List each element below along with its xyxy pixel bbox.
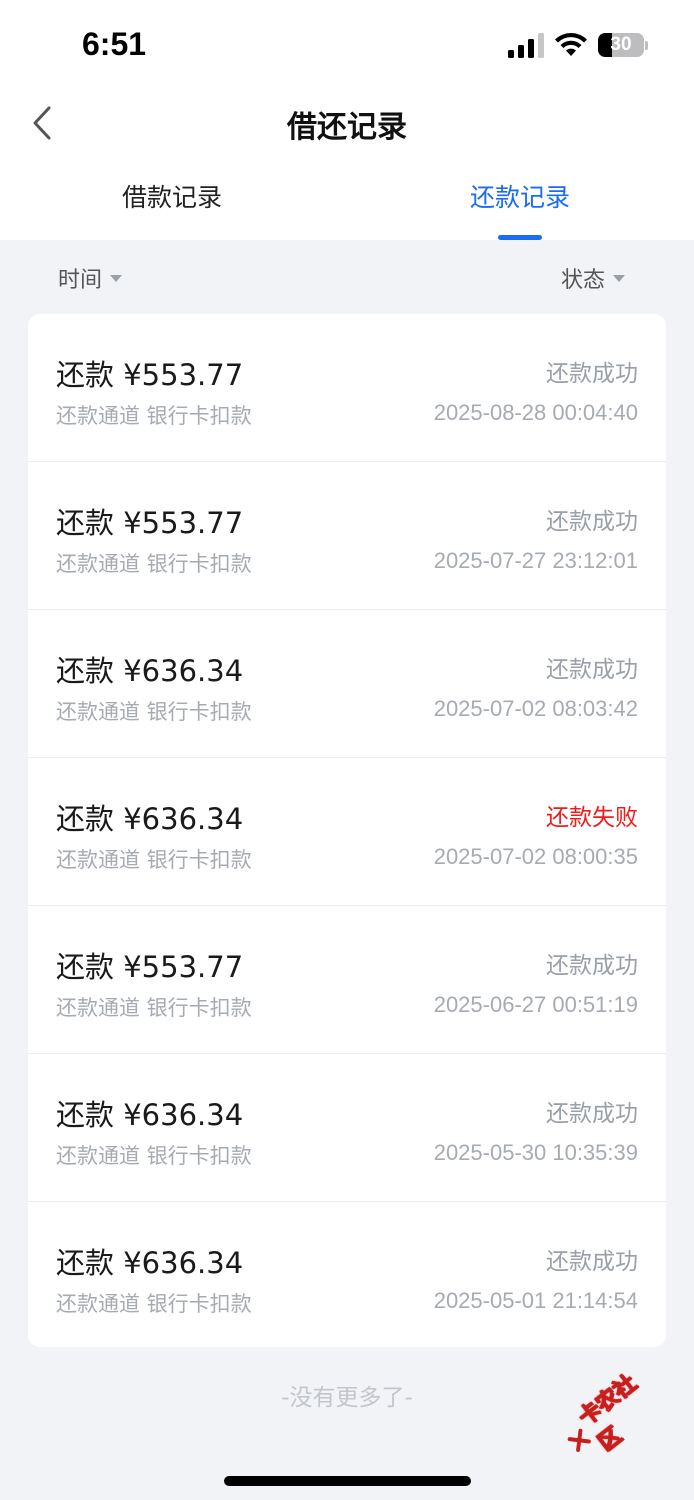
record-amount: 还款 ¥636.34 <box>56 1246 244 1280</box>
watermark: 卡农社区 <box>553 1355 677 1470</box>
header-area: 6:51 30 借还记录 借款记录 还款记录 <box>0 0 694 240</box>
status-filter-label: 状态 <box>561 268 606 293</box>
record-status: 还款成功 <box>546 657 638 683</box>
record-item[interactable]: 还款 ¥553.77 还款成功 还款通道 银行卡扣款 2025-06-27 00… <box>28 906 666 1054</box>
record-time: 2025-05-01 21:14:54 <box>433 1288 638 1313</box>
record-time: 2025-07-02 08:00:35 <box>433 844 638 869</box>
record-list: 还款 ¥553.77 还款成功 还款通道 银行卡扣款 2025-08-28 00… <box>28 314 666 1347</box>
record-channel: 还款通道 银行卡扣款 <box>56 552 252 576</box>
record-channel: 还款通道 银行卡扣款 <box>56 848 252 872</box>
record-channel: 还款通道 银行卡扣款 <box>56 996 252 1020</box>
record-status-failed: 还款失败 <box>546 805 638 831</box>
record-status: 还款成功 <box>546 361 638 387</box>
time-filter[interactable]: 时间 <box>58 262 123 294</box>
record-item[interactable]: 还款 ¥553.77 还款成功 还款通道 银行卡扣款 2025-08-28 00… <box>28 314 666 462</box>
record-amount: 还款 ¥636.34 <box>56 1098 244 1132</box>
time-filter-label: 时间 <box>58 268 103 293</box>
record-channel: 还款通道 银行卡扣款 <box>56 1144 252 1168</box>
tab-borrow-records[interactable]: 借款记录 <box>72 166 272 240</box>
record-time: 2025-08-28 00:04:40 <box>433 400 638 425</box>
status-time: 6:51 <box>82 26 147 62</box>
cellular-signal-icon <box>508 33 544 58</box>
tab-repay-records[interactable]: 还款记录 <box>420 166 620 240</box>
page-title: 借还记录 <box>287 110 407 145</box>
battery-icon: 30 <box>598 33 644 57</box>
battery-level: 30 <box>610 34 632 55</box>
home-indicator <box>224 1476 471 1486</box>
record-amount: 还款 ¥636.34 <box>56 654 244 688</box>
active-tab-indicator <box>498 235 542 240</box>
record-item[interactable]: 还款 ¥553.77 还款成功 还款通道 银行卡扣款 2025-07-27 23… <box>28 462 666 610</box>
caret-down-icon <box>613 274 626 282</box>
record-amount: 还款 ¥636.34 <box>56 802 244 836</box>
status-bar: 6:51 30 <box>0 0 694 92</box>
record-amount: 还款 ¥553.77 <box>56 950 244 984</box>
record-channel: 还款通道 银行卡扣款 <box>56 700 252 724</box>
nav-bar: 借还记录 <box>0 92 694 154</box>
record-amount: 还款 ¥553.77 <box>56 506 244 540</box>
record-time: 2025-05-30 10:35:39 <box>433 1140 638 1165</box>
record-channel: 还款通道 银行卡扣款 <box>56 404 252 428</box>
record-time: 2025-07-27 23:12:01 <box>433 548 638 573</box>
page: 6:51 30 借还记录 借款记录 还款记录 时间 状态 还款 ¥553.77 … <box>0 0 694 1500</box>
record-item[interactable]: 还款 ¥636.34 还款成功 还款通道 银行卡扣款 2025-07-02 08… <box>28 610 666 758</box>
record-status: 还款成功 <box>546 1101 638 1127</box>
battery-cap <box>645 41 648 50</box>
tab-bar: 借款记录 还款记录 <box>0 166 694 240</box>
record-channel: 还款通道 银行卡扣款 <box>56 1292 252 1316</box>
record-status: 还款成功 <box>546 953 638 979</box>
record-time: 2025-06-27 00:51:19 <box>433 992 638 1017</box>
record-item[interactable]: 还款 ¥636.34 还款成功 还款通道 银行卡扣款 2025-05-01 21… <box>28 1202 666 1347</box>
wifi-icon <box>555 33 587 56</box>
record-item[interactable]: 还款 ¥636.34 还款成功 还款通道 银行卡扣款 2025-05-30 10… <box>28 1054 666 1202</box>
record-status: 还款成功 <box>546 509 638 535</box>
record-amount: 还款 ¥553.77 <box>56 358 244 392</box>
record-item[interactable]: 还款 ¥636.34 还款失败 还款通道 银行卡扣款 2025-07-02 08… <box>28 758 666 906</box>
status-filter[interactable]: 状态 <box>561 262 626 294</box>
record-status: 还款成功 <box>546 1249 638 1275</box>
caret-down-icon <box>110 274 123 282</box>
record-time: 2025-07-02 08:03:42 <box>433 696 638 721</box>
